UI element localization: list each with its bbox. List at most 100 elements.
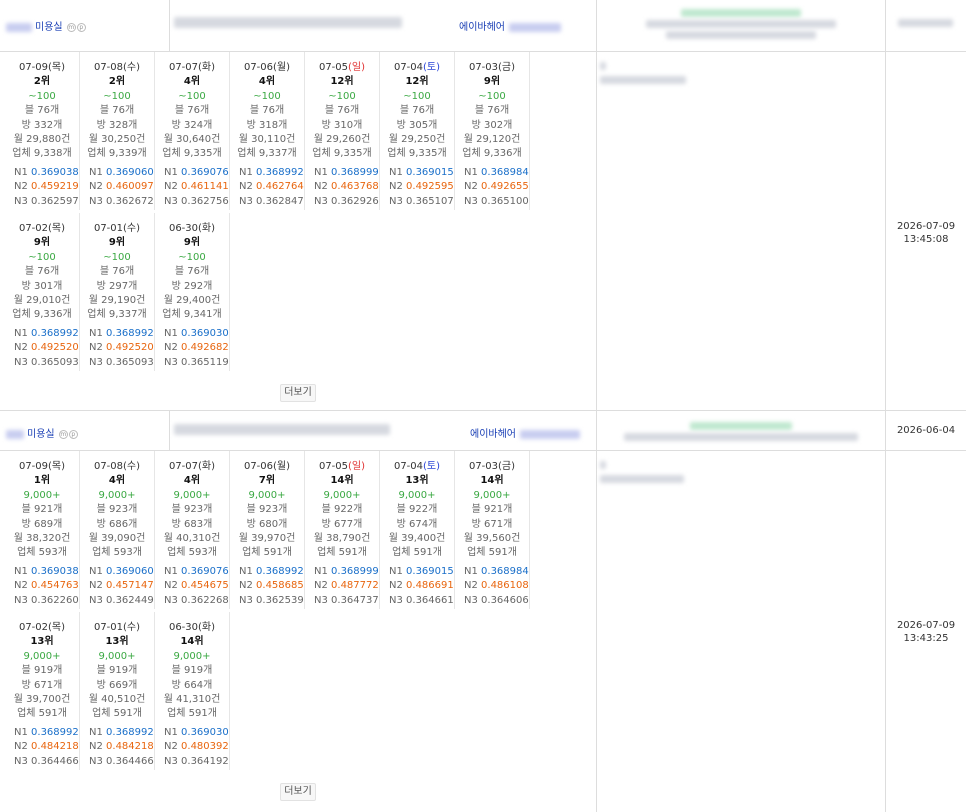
n1-score: N1 0.369076	[155, 565, 229, 579]
mobile-badge-icon: m	[58, 429, 68, 439]
redacted-keywords	[174, 17, 402, 29]
n3-value: 0.365107	[406, 195, 454, 207]
n1-score: N1 0.368992	[230, 166, 304, 180]
date-text: 07-05	[318, 461, 349, 472]
day-stat-card: 07-05(일) 14위 9,000+ 블 922개 방 677개 월 38,790건 업체…	[305, 451, 380, 609]
price-range: ~100	[178, 251, 206, 263]
price-range: ~100	[178, 90, 206, 102]
n2-label: N2	[389, 580, 403, 592]
date-text: 07-05	[318, 62, 349, 73]
price-range: ~100	[103, 251, 131, 263]
n3-value: 0.364466	[31, 755, 79, 767]
n3-score: N3 0.362539	[230, 594, 304, 608]
rank-value: 7위	[258, 475, 276, 487]
more-button[interactable]: 더보기	[280, 783, 316, 801]
blog-count: 블 76개	[474, 105, 510, 117]
n2-value: 0.457147	[106, 580, 154, 592]
day-date: 07-06(월)	[230, 61, 304, 75]
shop-link[interactable]: 미용실 mp	[6, 18, 86, 33]
n3-score: N3 0.364466	[5, 755, 79, 769]
shop-category-label: 미용실	[35, 22, 63, 33]
n3-label: N3	[164, 195, 178, 207]
price-range: ~100	[28, 90, 56, 102]
n2-value: 0.492655	[481, 181, 529, 193]
n3-label: N3	[164, 755, 178, 767]
n2-label: N2	[89, 741, 103, 753]
n2-score: N2 0.462764	[230, 180, 304, 194]
n2-score: N2 0.484218	[80, 740, 154, 754]
n3-score: N3 0.362926	[305, 195, 379, 209]
day-date: 07-02(목)	[5, 222, 79, 236]
n3-value: 0.362756	[181, 195, 229, 207]
monthly-search: 월 40,510건	[88, 694, 146, 706]
n1-score: N1 0.368999	[305, 565, 379, 579]
brand-link[interactable]: 에이바헤어	[459, 18, 561, 33]
n3-label: N3	[89, 195, 103, 207]
monthly-search: 월 38,790건	[313, 533, 371, 545]
n2-label: N2	[164, 181, 178, 193]
cafe-count: 방 318개	[246, 119, 288, 131]
pc-badge-icon: p	[68, 429, 78, 439]
rank-value: 12위	[330, 76, 354, 88]
n1-label: N1	[89, 726, 103, 738]
n1-label: N1	[164, 166, 178, 178]
blog-count: 블 76개	[249, 105, 285, 117]
price-range: 9,000+	[98, 650, 136, 662]
n2-score: N2 0.460097	[80, 180, 154, 194]
cafe-count: 방 292개	[171, 280, 213, 292]
weekday-text: (수)	[123, 223, 141, 234]
day-date: 07-01(수)	[80, 222, 154, 236]
timestamp-date: 2026-07-09	[896, 221, 956, 232]
n2-value: 0.486691	[406, 580, 454, 592]
more-button[interactable]: 더보기	[280, 384, 316, 402]
divider	[169, 411, 170, 450]
n2-value: 0.484218	[106, 741, 154, 753]
n1-label: N1	[464, 565, 478, 577]
brand-link[interactable]: 에이바헤어	[470, 425, 580, 440]
shop-link[interactable]: 미용실 mp	[6, 425, 78, 440]
n1-label: N1	[164, 726, 178, 738]
business-count: 업체 9,339개	[87, 148, 147, 160]
n1-label: N1	[14, 327, 28, 339]
n1-value: 0.368992	[106, 327, 154, 339]
price-range: ~100	[103, 90, 131, 102]
business-count: 업체 591개	[317, 547, 367, 559]
updated-timestamp: 2026-07-09 13:45:08	[886, 220, 966, 246]
cafe-count: 방 302개	[471, 119, 513, 131]
n3-value: 0.362539	[256, 594, 304, 606]
n1-label: N1	[14, 565, 28, 577]
n2-score: N2 0.492520	[80, 341, 154, 355]
redacted-notes	[600, 62, 686, 90]
rank-value: 14위	[330, 475, 354, 487]
day-stat-card: 07-03(금) 9위 ~100 블 76개 방 302개 월 29,120건 업체 9,3…	[455, 52, 530, 210]
updated-timestamp: 2026-07-09 13:43:25	[886, 619, 966, 645]
n3-score: N3 0.362756	[155, 195, 229, 209]
n1-value: 0.368992	[256, 166, 304, 178]
n1-label: N1	[314, 565, 328, 577]
weekday-text: (화)	[198, 622, 216, 633]
n1-value: 0.368992	[256, 565, 304, 577]
day-date: 07-07(화)	[155, 460, 229, 474]
n3-score: N3 0.362847	[230, 195, 304, 209]
price-range: 9,000+	[173, 650, 211, 662]
n3-score: N3 0.364606	[455, 594, 529, 608]
business-count: 업체 591개	[92, 708, 142, 720]
business-count: 업체 9,341개	[162, 309, 222, 321]
business-count: 업체 591개	[467, 547, 517, 559]
n3-value: 0.364192	[181, 755, 229, 767]
n1-score: N1 0.369015	[380, 166, 454, 180]
n3-label: N3	[314, 594, 328, 606]
n1-score: N1 0.368992	[230, 565, 304, 579]
date-text: 07-03	[468, 461, 499, 472]
n1-label: N1	[89, 166, 103, 178]
rank-value: 14위	[180, 636, 204, 648]
date-text: 07-07	[168, 461, 199, 472]
n3-value: 0.364466	[106, 755, 154, 767]
n1-value: 0.368999	[331, 565, 379, 577]
date-text: 07-09	[18, 461, 49, 472]
n1-score: N1 0.368992	[80, 726, 154, 740]
n1-value: 0.368992	[106, 726, 154, 738]
n2-label: N2	[164, 342, 178, 354]
blog-count: 블 76개	[324, 105, 360, 117]
blog-count: 블 76개	[99, 266, 135, 278]
